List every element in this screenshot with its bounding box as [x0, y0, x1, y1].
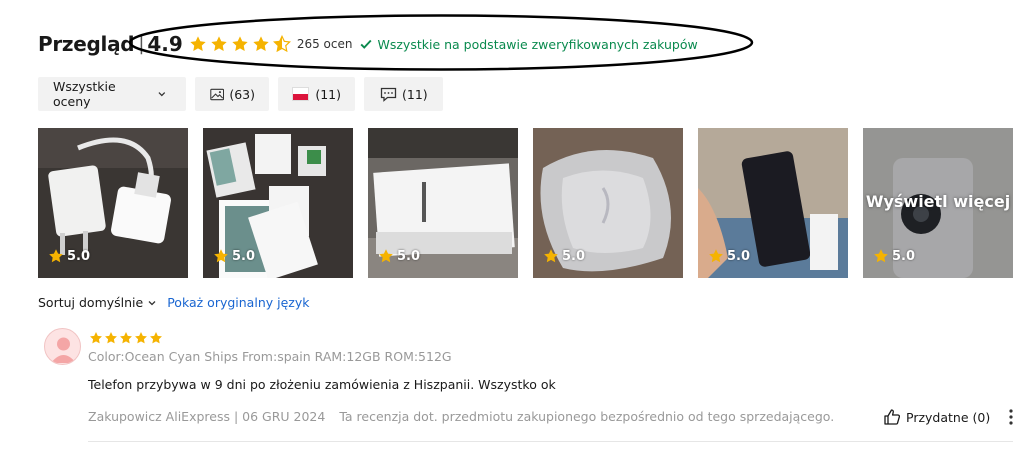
helpful-button[interactable]: Przydatne (0) — [883, 408, 990, 426]
thumbs-up-icon — [884, 409, 901, 425]
view-more-label: Wyświetl więcej — [865, 192, 1011, 211]
review-text: Telefon przybywa w 9 dni po złożeniu zam… — [88, 377, 556, 392]
comments-count: (11) — [402, 86, 428, 102]
average-stars — [189, 35, 291, 53]
photo-rating-value: 5.0 — [397, 248, 421, 264]
verified-text: Wszystkie na podstawie zweryfikowanych z… — [377, 36, 698, 52]
photo-rating-value: 5.0 — [727, 248, 751, 264]
star-icon — [874, 249, 888, 263]
avatar — [44, 328, 81, 365]
average-score: 4.9 — [147, 32, 183, 56]
photo-rating: 5.0 — [48, 248, 90, 264]
show-original-language-link[interactable]: Pokaż oryginalny język — [167, 295, 309, 310]
more-options-icon[interactable] — [1004, 408, 1018, 426]
all-ratings-label: Wszystkie oceny — [53, 79, 116, 109]
star-icon — [135, 332, 147, 344]
review-author-date: Zakupowicz AliExpress | 06 GRU 2024 — [88, 409, 326, 424]
sort-dropdown[interactable]: Sortuj domyślnie — [38, 295, 167, 310]
photo-rating: 5.0 — [708, 248, 750, 264]
photo-rating: 5.0 — [873, 248, 915, 264]
star-icon — [379, 249, 393, 263]
review-photo-4[interactable]: 5.0 — [533, 128, 683, 278]
star-icon — [49, 249, 63, 263]
star-icon — [120, 332, 132, 344]
country-filter[interactable]: (11) — [278, 77, 355, 111]
photo-rating-value: 5.0 — [892, 248, 916, 264]
chevron-down-icon — [148, 300, 156, 305]
photo-rating-value: 5.0 — [232, 248, 256, 264]
all-ratings-dropdown[interactable]: Wszystkie oceny — [38, 77, 186, 111]
chevron-down-icon — [158, 92, 166, 97]
review-photo-gallery: 5.0 5.0 5.0 5.0 5.0 Wyświetl więcej 5.0 — [38, 128, 1013, 278]
sort-bar: Sortuj domyślnie Pokaż oryginalny język — [38, 295, 309, 310]
star-icon — [190, 36, 206, 51]
photo-rating-value: 5.0 — [562, 248, 586, 264]
photo-rating: 5.0 — [213, 248, 255, 264]
reviews-overview: Przegląd | 4.9 265 ocen Wszystkie na pod… — [38, 30, 698, 58]
photo-rating-value: 5.0 — [67, 248, 91, 264]
star-icon — [709, 249, 723, 263]
title-separator: | — [138, 33, 145, 55]
star-icon — [150, 332, 162, 344]
half-star-icon — [272, 35, 291, 53]
star-icon — [232, 36, 248, 51]
review-seller-note: Ta recenzja dot. przedmiotu zakupionego … — [339, 409, 835, 424]
image-icon — [210, 88, 225, 100]
filter-bar: Wszystkie oceny (63) (11) (11) — [38, 77, 443, 111]
star-icon — [211, 36, 227, 51]
review-divider — [88, 441, 1013, 442]
star-icon — [214, 249, 228, 263]
photo-rating: 5.0 — [543, 248, 585, 264]
check-icon — [360, 39, 372, 49]
photo-rating: 5.0 — [378, 248, 420, 264]
verified-purchases-note: Wszystkie na podstawie zweryfikowanych z… — [359, 36, 698, 52]
photos-filter[interactable]: (63) — [195, 77, 269, 111]
star-icon — [105, 332, 117, 344]
review-meta: Zakupowicz AliExpress | 06 GRU 2024 Ta r… — [88, 409, 834, 424]
sort-label: Sortuj domyślnie — [38, 295, 144, 310]
star-icon — [253, 36, 269, 51]
review-variant: Color:Ocean Cyan Ships From:spain RAM:12… — [88, 349, 452, 364]
star-icon — [90, 332, 102, 344]
star-icon — [544, 249, 558, 263]
user-avatar-icon — [51, 337, 76, 363]
review-photo-2[interactable]: 5.0 — [203, 128, 353, 278]
view-more-photos[interactable]: Wyświetl więcej 5.0 — [863, 128, 1013, 278]
overview-title: Przegląd — [38, 32, 135, 56]
poland-flag-icon — [292, 87, 310, 101]
review-photo-5[interactable]: 5.0 — [698, 128, 848, 278]
photos-count: (63) — [229, 86, 255, 102]
review-photo-3[interactable]: 5.0 — [368, 128, 518, 278]
country-count: (11) — [315, 86, 341, 102]
ratings-count: 265 ocen — [296, 37, 353, 51]
comments-filter[interactable]: (11) — [364, 77, 443, 111]
helpful-label: Przydatne (0) — [906, 409, 991, 425]
review-photo-1[interactable]: 5.0 — [38, 128, 188, 278]
review-stars — [89, 331, 163, 345]
comment-icon — [380, 87, 397, 102]
